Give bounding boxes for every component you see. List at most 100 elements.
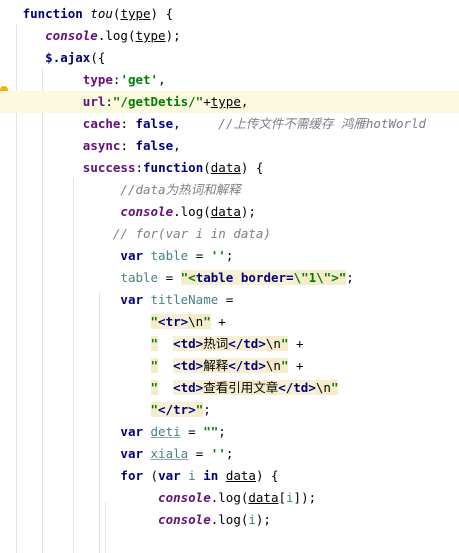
code-line[interactable]: type:'get',	[0, 69, 459, 91]
code-token: //data为热词和解释	[120, 182, 241, 197]
code-token: table	[120, 270, 159, 285]
code-token: ''	[210, 248, 226, 263]
code-line[interactable]: "</tr>";	[0, 399, 459, 421]
code-token: [	[278, 490, 287, 505]
code-token: for	[120, 468, 143, 483]
code-token: type	[210, 94, 241, 109]
code-line[interactable]: var titleName =	[0, 289, 459, 311]
code-token: :	[135, 160, 144, 175]
code-token: log	[105, 28, 128, 43]
code-token: +	[210, 314, 226, 329]
code-token: i	[188, 468, 196, 483]
code-token: log	[218, 490, 241, 505]
code-editor[interactable]: function tou(type) { console.log(type); …	[0, 0, 459, 553]
code-line[interactable]: $.ajax({	[0, 47, 459, 69]
code-token: ) {	[150, 6, 174, 21]
code-token: 查看引用文章	[203, 380, 279, 395]
code-token: i	[248, 512, 256, 527]
code-token: <td>	[173, 336, 204, 351]
code-line[interactable]: console.log(type);	[0, 25, 459, 47]
code-token: 热词	[203, 336, 229, 351]
code-token: "/getDetis/"	[112, 94, 204, 109]
code-token: (	[203, 160, 211, 175]
code-line[interactable]: " <td>热词</td>\n" +	[0, 333, 459, 355]
code-line[interactable]: " <td>解释</td>\n" +	[0, 355, 459, 377]
code-token: :	[105, 94, 113, 109]
code-token: >	[331, 270, 339, 285]
code-token: \n	[265, 358, 281, 373]
code-line[interactable]: "<tr>\n" +	[0, 311, 459, 333]
code-token: async	[82, 138, 121, 153]
code-line[interactable]: success:function(data) {	[0, 157, 459, 179]
code-token: "	[150, 314, 159, 329]
code-token: <	[188, 270, 196, 285]
code-line[interactable]: var xiala = '';	[0, 443, 459, 465]
code-token: deti	[150, 424, 181, 439]
code-token: </td>	[228, 358, 266, 373]
code-token: "	[150, 358, 159, 373]
code-line[interactable]: var table = '';	[0, 245, 459, 267]
code-token: var	[120, 424, 143, 439]
code-token: console	[45, 28, 98, 43]
code-token: var	[158, 468, 181, 483]
code-token: );	[255, 512, 271, 527]
code-token: </td>	[278, 380, 316, 395]
code-token: titleName	[150, 292, 219, 307]
code-token: );	[240, 204, 256, 219]
code-token: );	[165, 28, 181, 43]
code-token: =	[180, 424, 204, 439]
code-token: $	[45, 50, 53, 65]
code-token: "	[150, 402, 159, 417]
code-token: ''	[210, 446, 226, 461]
code-token: data	[225, 468, 256, 483]
code-token: =	[188, 248, 211, 263]
code-token: (	[203, 204, 211, 219]
code-token: false	[135, 116, 174, 131]
code-line[interactable]: for (var i in data) {	[0, 465, 459, 487]
code-token: "	[150, 380, 159, 395]
code-token: var	[120, 292, 143, 307]
code-token: i	[286, 490, 294, 505]
code-line-current[interactable]: url:"/getDetis/"+type,	[0, 91, 459, 113]
code-token: 'get'	[120, 72, 159, 87]
code-token: \n	[315, 380, 331, 395]
code-line[interactable]: console.log(data[i]);	[0, 487, 459, 509]
code-line[interactable]: var deti = "";	[0, 421, 459, 443]
code-line[interactable]: async: false,	[0, 135, 459, 157]
code-token: .	[173, 204, 181, 219]
code-token: </td>	[228, 336, 266, 351]
code-token: <td>	[173, 380, 204, 395]
code-token: ajax	[60, 50, 91, 65]
code-token: url	[82, 94, 106, 109]
code-token: ;	[218, 424, 226, 439]
code-token: data	[210, 204, 241, 219]
code-line[interactable]: console.log(data);	[0, 201, 459, 223]
code-token: ({	[90, 50, 106, 65]
code-token: tou	[90, 6, 113, 21]
code-token: =	[188, 446, 211, 461]
code-token: \"1\"	[293, 270, 332, 285]
code-token: //上传文件不需缓存 鸿雁hotWorld	[218, 116, 427, 131]
code-token: cache	[82, 116, 121, 131]
code-line[interactable]: // for(var i in data)	[0, 223, 459, 245]
code-token: function	[22, 6, 83, 21]
code-token: data	[210, 160, 241, 175]
code-line[interactable]: " <td>查看引用文章</td>\n"	[0, 377, 459, 399]
code-line[interactable]: //data为热词和解释	[0, 179, 459, 201]
code-token: false	[135, 138, 174, 153]
code-token: ;	[225, 446, 234, 461]
code-line[interactable]: table = "<table border=\"1\">";	[0, 267, 459, 289]
code-token: xiala	[150, 446, 189, 461]
code-token: +	[288, 336, 304, 351]
code-line[interactable]: function tou(type) {	[0, 3, 459, 25]
code-line[interactable]: cache: false, //上传文件不需缓存 鸿雁hotWorld	[0, 113, 459, 135]
code-line[interactable]: console.log(i);	[0, 509, 459, 531]
code-token: type	[135, 28, 166, 43]
code-token: table	[150, 248, 189, 263]
code-token: \n	[265, 336, 281, 351]
